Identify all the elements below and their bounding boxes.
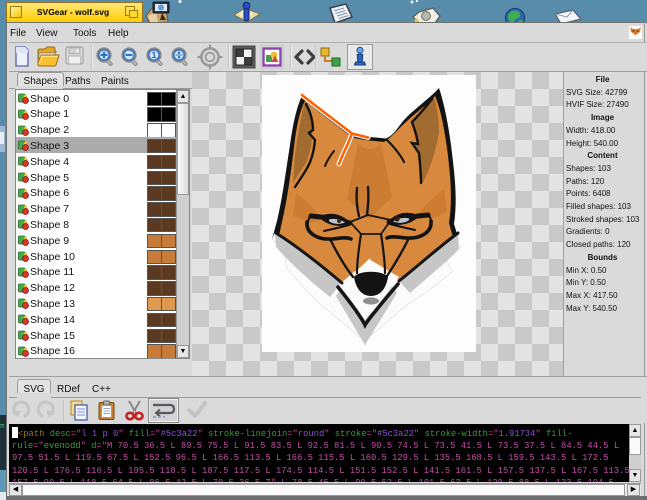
svg-text:1: 1 <box>151 50 156 60</box>
